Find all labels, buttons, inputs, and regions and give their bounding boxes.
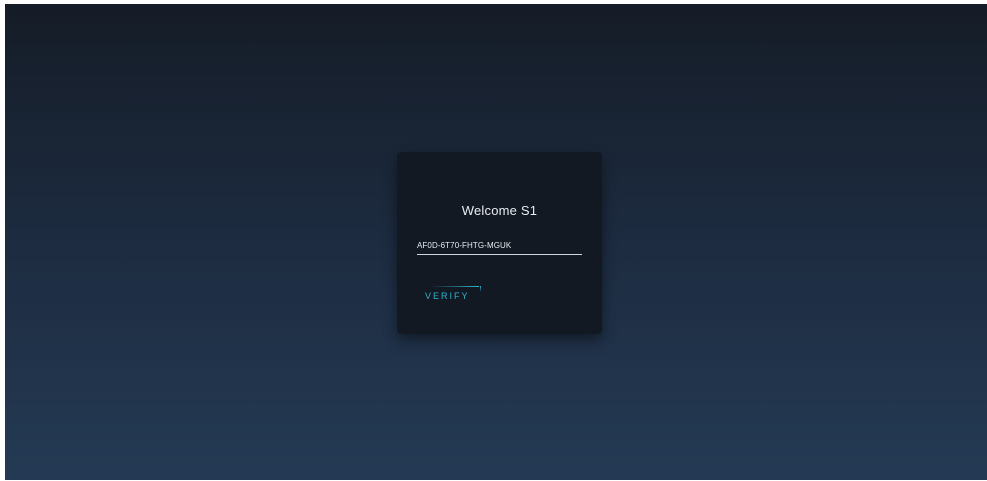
page-background: Welcome S1 VERIFY — [5, 4, 987, 480]
code-input[interactable] — [417, 236, 582, 255]
login-card: Welcome S1 VERIFY — [397, 152, 602, 334]
verify-button-label: VERIFY — [425, 291, 470, 301]
verify-button[interactable]: VERIFY — [423, 286, 481, 302]
welcome-heading: Welcome S1 — [461, 203, 538, 218]
